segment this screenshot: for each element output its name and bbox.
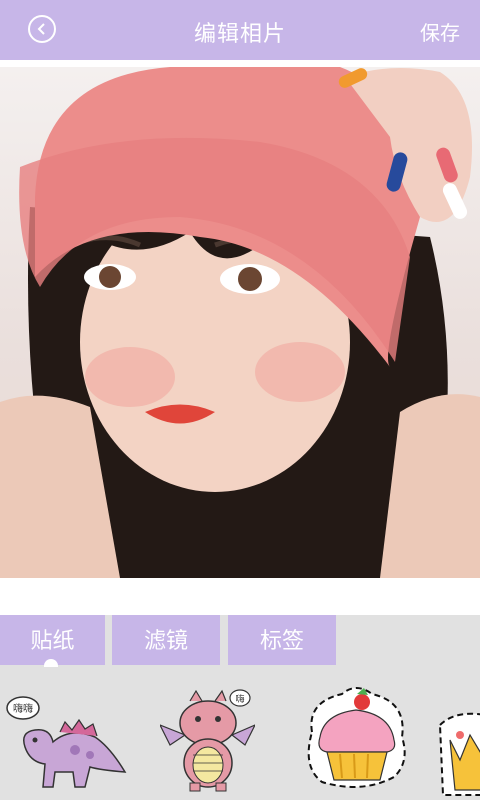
portrait-photo — [0, 67, 480, 578]
sticker-item[interactable]: 嗨嗨 — [5, 692, 130, 792]
tab-labels[interactable]: 标签 — [228, 615, 336, 665]
edit-panel: 贴纸 滤镜 标签 嗨嗨 嗨 — [0, 615, 480, 800]
dragon-sticker-icon: 嗨 — [158, 689, 257, 792]
save-button[interactable]: 保存 — [420, 17, 460, 46]
cupcake-sticker-icon — [307, 687, 406, 788]
sticker-item[interactable] — [302, 682, 410, 792]
tab-selected-indicator — [44, 659, 58, 667]
top-bar: 编辑相片 保存 — [0, 0, 480, 60]
dinosaur-sticker-icon: 嗨嗨 — [6, 696, 127, 788]
sticker-item[interactable] — [435, 705, 480, 800]
sticker-list[interactable]: 嗨嗨 嗨 — [0, 667, 480, 800]
photo-canvas[interactable] — [0, 67, 480, 578]
dragon-bubble-text: 嗨 — [235, 693, 244, 705]
dinosaur-bubble-text: 嗨嗨 — [13, 702, 33, 715]
tab-filters[interactable]: 滤镜 — [112, 615, 220, 665]
sticker-item[interactable]: 嗨 — [158, 685, 257, 795]
page-title: 编辑相片 — [193, 21, 286, 46]
tab-stickers[interactable]: 贴纸 — [0, 615, 105, 665]
crown-sticker-icon — [438, 712, 480, 796]
